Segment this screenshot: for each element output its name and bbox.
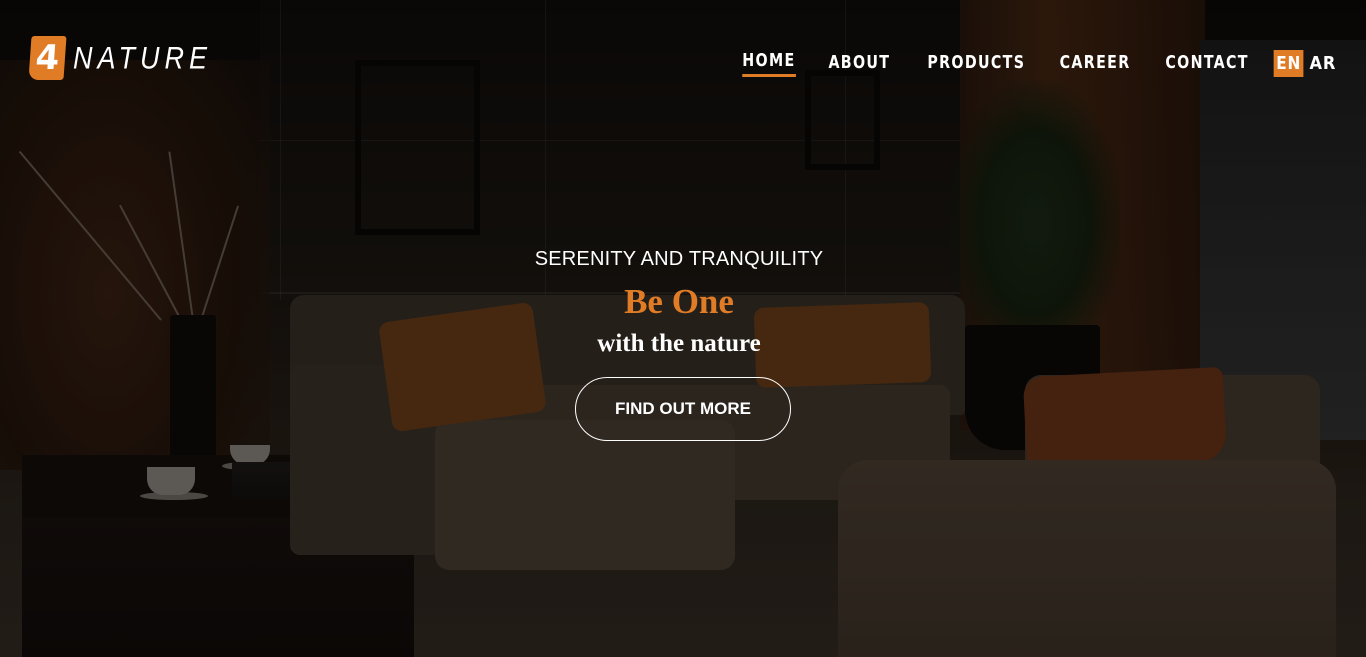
lang-ar[interactable]: AR — [1310, 53, 1337, 74]
brand-logo[interactable]: 4 NATURE — [28, 36, 213, 80]
nav-products[interactable]: PRODUCTS — [928, 52, 1026, 76]
logo-mark-icon: 4 — [28, 36, 67, 80]
nav-contact[interactable]: CONTACT — [1165, 52, 1248, 76]
nav-about[interactable]: ABOUT — [828, 52, 890, 76]
main-nav: HOME ABOUT PRODUCTS CAREER CONTACT EN AR — [711, 50, 1338, 77]
language-switcher: EN AR — [1271, 50, 1338, 77]
hero-headline: Be One — [624, 282, 734, 321]
hero-content: SERENITY AND TRANQUILITY Be One with the… — [0, 248, 1358, 441]
nav-home[interactable]: HOME — [742, 50, 796, 77]
brand-name: NATURE — [73, 40, 213, 75]
hero-kicker: SERENITY AND TRANQUILITY — [534, 248, 824, 270]
nav-career[interactable]: CAREER — [1059, 52, 1130, 76]
hero-subline: with the nature — [597, 330, 761, 357]
find-out-more-button[interactable]: FIND OUT MORE — [575, 377, 791, 441]
lang-en[interactable]: EN — [1273, 50, 1304, 77]
